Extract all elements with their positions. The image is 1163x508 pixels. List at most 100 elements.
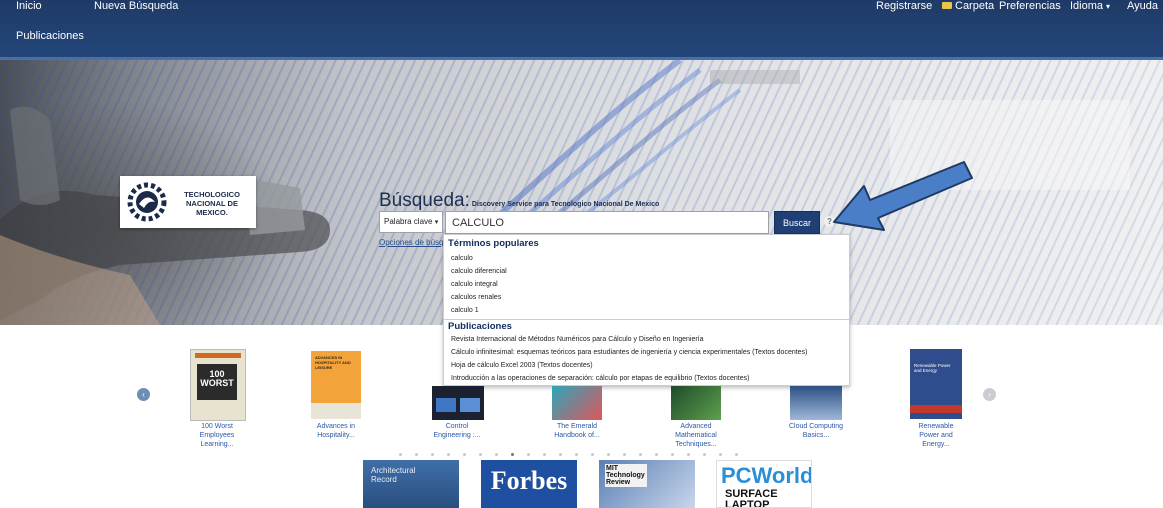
magazine-subtitle: SURFACE LAPTOP (725, 488, 778, 508)
book-cover-band (195, 353, 241, 358)
popular-term-item[interactable]: calculo (451, 255, 473, 262)
book-cover-band (910, 405, 962, 413)
nav-registrarse-link[interactable]: Registrarse (876, 0, 932, 12)
carousel-dot[interactable] (671, 453, 674, 456)
carousel-dot[interactable] (735, 453, 738, 456)
carousel-dot[interactable] (623, 453, 626, 456)
book-title-line: Power and (919, 432, 953, 439)
nav-idioma-menu[interactable]: Idioma ▾ (1070, 0, 1110, 12)
book-cover-graphic (460, 398, 480, 412)
magazine-cover[interactable]: PCWorld SURFACE LAPTOP (716, 460, 812, 508)
carousel-dot[interactable] (687, 453, 690, 456)
carousel-dot[interactable] (447, 453, 450, 456)
magazine-cover[interactable]: MIT Technology Review (599, 460, 695, 508)
carousel-dot[interactable] (575, 453, 578, 456)
book-cover[interactable]: ADVANCES IN HOSPITALITY AND LEISURE (311, 351, 361, 419)
book-cover-graphic (436, 398, 456, 412)
nav-publicaciones-link[interactable]: Publicaciones (16, 30, 84, 42)
popular-term-item[interactable]: calculo 1 (451, 307, 479, 314)
book-cover-title: ADVANCES IN HOSPITALITY AND LEISURE (315, 355, 351, 370)
carousel-dot[interactable] (591, 453, 594, 456)
magazine-title: MIT Technology Review (605, 464, 647, 487)
popular-term-item[interactable]: calculo integral (451, 281, 498, 288)
popular-term-item[interactable]: calculo diferencial (451, 268, 507, 275)
book-title-line: Cloud Computing (788, 423, 844, 430)
book-title-link[interactable]: Cloud Computing Basics... (771, 422, 861, 440)
carousel-dot[interactable] (703, 453, 706, 456)
book-title-line: The Emerald (556, 423, 598, 430)
book-cover[interactable]: Renewable Power and Energy (910, 349, 962, 419)
book-title-link[interactable]: Advanced Mathematical Techniques... (651, 422, 741, 449)
logo-text: TECHOLOGICO NACIONAL DE MEXICO. (170, 190, 254, 217)
carousel-dot[interactable] (639, 453, 642, 456)
book-title-line: Basics... (802, 432, 830, 439)
carousel-dot[interactable] (415, 453, 418, 456)
carousel-dot[interactable] (479, 453, 482, 456)
carousel-dot[interactable] (511, 453, 514, 456)
carousel-dot[interactable] (719, 453, 722, 456)
book-title-line: Employees (199, 432, 235, 439)
popular-terms-header: Términos populares (448, 238, 539, 249)
book-title-line: Control (445, 423, 469, 430)
nav-idioma-label: Idioma (1070, 0, 1104, 12)
book-title-line: 100 Worst (201, 423, 233, 430)
caret-down-icon: ▾ (434, 219, 439, 226)
dropdown-divider (444, 319, 849, 320)
book-title-line: Hospitality... (317, 432, 355, 439)
magazine-cover[interactable]: Architectural Record (363, 460, 459, 508)
book-cover[interactable]: 100 WORST (190, 349, 246, 421)
book-cover[interactable] (432, 386, 484, 420)
tecnm-logo: TECHOLOGICO NACIONAL DE MEXICO. (120, 176, 256, 228)
search-subtitle: Discovery Service para Tecnologico Nacio… (471, 201, 660, 208)
book-title-link[interactable]: 100 Worst Employees Learning... (172, 422, 262, 449)
book-title-line: Learning... (200, 441, 234, 448)
book-cover[interactable] (671, 386, 721, 420)
book-cover[interactable] (552, 386, 602, 420)
book-title-line: Techniques... (675, 441, 717, 448)
book-title-line: Engineering :... (433, 432, 481, 439)
magazine-cover[interactable]: Forbes (481, 460, 577, 508)
carousel-dot[interactable] (607, 453, 610, 456)
caret-down-icon: ▾ (1106, 2, 1111, 11)
autocomplete-dropdown: Términos populares calculo calculo difer… (443, 234, 850, 386)
search-field-select-label: Palabra clave (384, 217, 433, 226)
book-title-line: Handbook of... (554, 432, 600, 439)
nav-carpeta-link[interactable]: Carpeta (942, 0, 994, 12)
carousel-dot[interactable] (495, 453, 498, 456)
nav-inicio-link[interactable]: Inicio (16, 0, 42, 12)
carousel-dot[interactable] (559, 453, 562, 456)
carousel-dot[interactable] (543, 453, 546, 456)
carousel-dot[interactable] (399, 453, 402, 456)
publications-header: Publicaciones (448, 321, 512, 332)
carousel-dot[interactable] (655, 453, 658, 456)
nav-nueva-busqueda-link[interactable]: Nueva Búsqueda (94, 0, 178, 12)
top-navigation-bar: Inicio Nueva Búsqueda Publicaciones Regi… (0, 0, 1163, 60)
search-input[interactable] (445, 211, 769, 234)
publication-item[interactable]: Revista Internacional de Métodos Numéric… (451, 336, 704, 343)
popular-term-item[interactable]: calculos renales (451, 294, 501, 301)
nav-preferencias-link[interactable]: Preferencias (999, 0, 1061, 12)
nav-carpeta-label: Carpeta (955, 0, 995, 12)
book-title-link[interactable]: Control Engineering :... (412, 422, 502, 440)
book-title-link[interactable]: Renewable Power and Energy... (891, 422, 981, 449)
publication-item[interactable]: Introducción a las operaciones de separa… (451, 375, 749, 382)
carousel-dot[interactable] (431, 453, 434, 456)
book-cover[interactable] (790, 386, 842, 420)
carousel-dot[interactable] (527, 453, 530, 456)
publication-item[interactable]: Hoja de cálculo Excel 2003 (Textos docen… (451, 362, 593, 369)
book-title-link[interactable]: Advances in Hospitality... (291, 422, 381, 440)
gear-eagle-logo-icon (127, 182, 167, 222)
magazine-title: Architectural Record (371, 466, 416, 484)
book-cover-title: Renewable Power and Energy (914, 363, 951, 373)
carousel-prev-icon[interactable]: ‹ (137, 388, 150, 401)
book-title-link[interactable]: The Emerald Handbook of... (532, 422, 622, 440)
carousel-dot[interactable] (463, 453, 466, 456)
nav-ayuda-link[interactable]: Ayuda (1127, 0, 1158, 12)
book-title-line: Advanced (680, 423, 712, 430)
search-field-select[interactable]: Palabra clave ▾ (379, 211, 443, 233)
search-button[interactable]: Buscar (774, 211, 820, 234)
publication-item[interactable]: Cálculo infinitesimal: esquemas teóricos… (451, 349, 807, 356)
carousel-next-icon[interactable]: › (983, 388, 996, 401)
magazine-title: PCWorld (721, 463, 812, 488)
book-cover-title: 100 WORST (200, 369, 234, 388)
